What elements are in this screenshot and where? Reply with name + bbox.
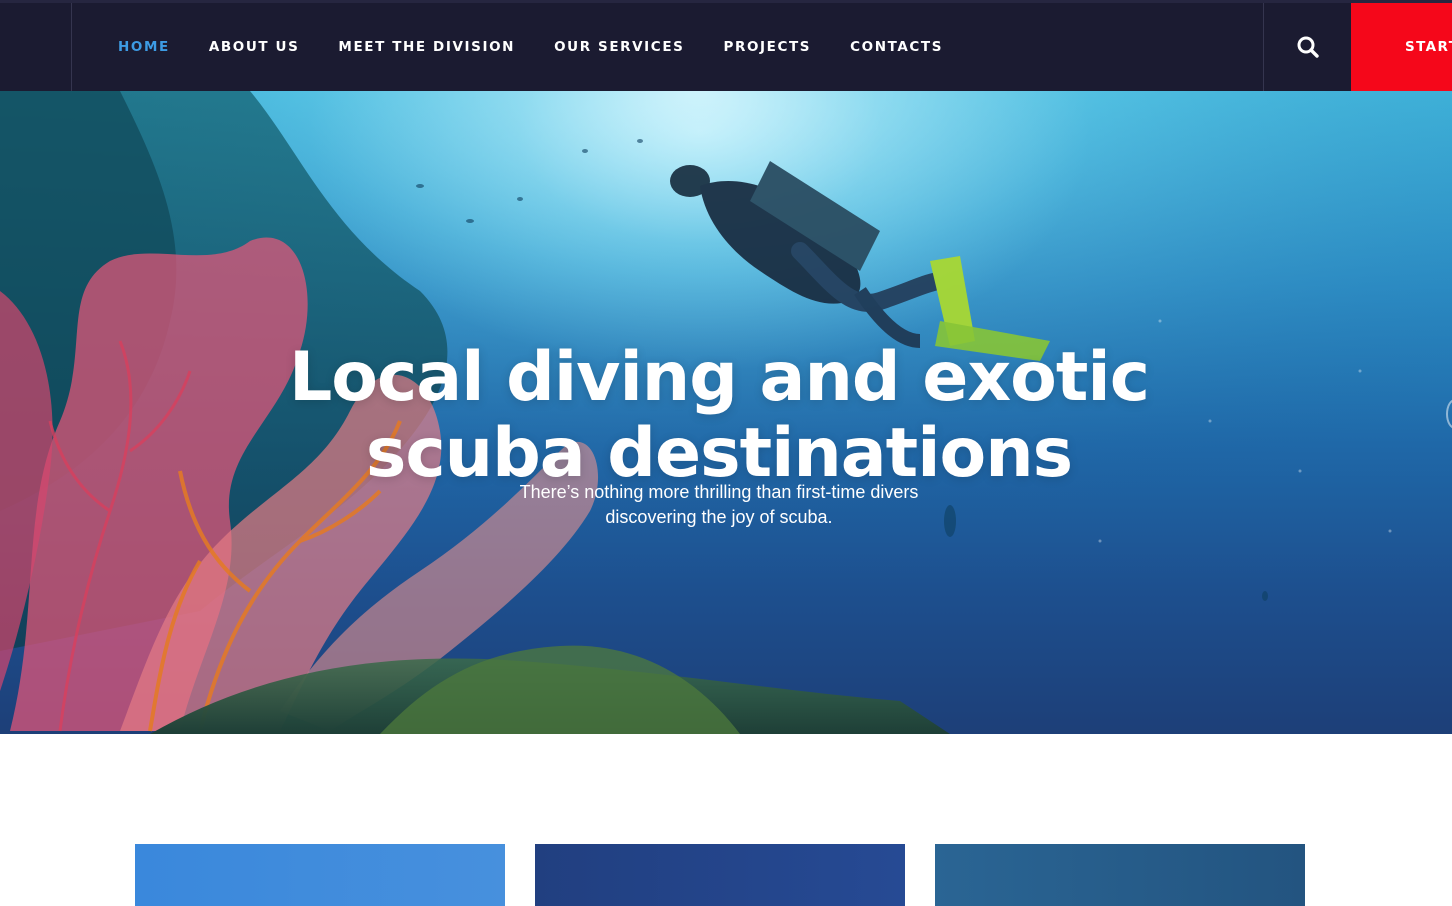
hero-subtitle-line-1: There’s nothing more thrilling than firs… (519, 482, 919, 502)
main-nav: HOME ABOUT US MEET THE DIVISION OUR SERV… (118, 3, 982, 91)
feature-card-1[interactable] (135, 844, 505, 906)
hero-title: Local diving and exotic scuba destinatio… (0, 337, 1438, 492)
nav-item-meet-the-division[interactable]: MEET THE DIVISION (338, 39, 515, 55)
nav-item-contacts[interactable]: CONTACTS (850, 39, 943, 55)
site-header: HOME ABOUT US MEET THE DIVISION OUR SERV… (0, 0, 1452, 91)
feature-card-3[interactable] (935, 844, 1305, 906)
nav-item-home[interactable]: HOME (118, 39, 170, 55)
hero-subtitle-line-2: discovering the joy of scuba. (605, 507, 833, 527)
nav-item-about-us[interactable]: ABOUT US (209, 39, 300, 55)
header-divider (71, 3, 72, 91)
nav-item-our-services[interactable]: OUR SERVICES (554, 39, 684, 55)
hero-subtitle: There’s nothing more thrilling than firs… (0, 480, 1438, 530)
features-section (0, 734, 1452, 906)
hero-section: Local diving and exotic scuba destinatio… (0, 91, 1452, 734)
start-button[interactable]: START (1351, 3, 1452, 91)
hero-title-line-1: Local diving and exotic (288, 337, 1150, 417)
nav-item-projects[interactable]: PROJECTS (723, 39, 811, 55)
search-icon (1297, 36, 1319, 58)
feature-card-2[interactable] (535, 844, 905, 906)
search-button[interactable] (1263, 3, 1351, 91)
